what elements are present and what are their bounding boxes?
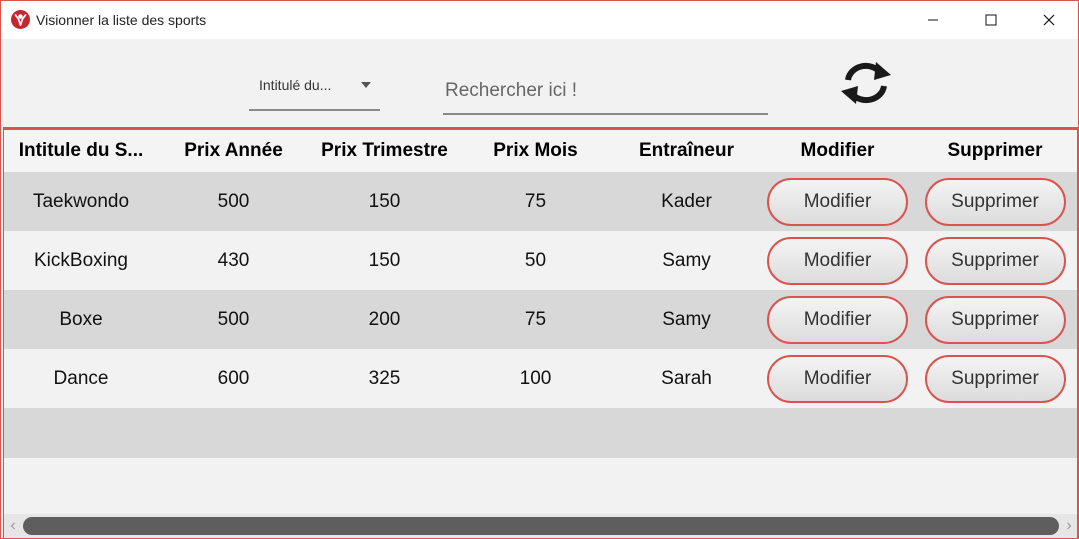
cell-year-price: 500 <box>217 190 250 212</box>
table-row[interactable]: Dance 600 325 100 Sarah Modifier Supprim… <box>4 349 1077 408</box>
delete-button[interactable]: Supprimer <box>924 236 1066 285</box>
empty-table-row <box>4 408 1077 458</box>
cell-quarter-price: 150 <box>368 249 401 271</box>
cell-name: Dance <box>53 367 109 389</box>
filter-select-value: Intitulé du... <box>259 77 332 93</box>
cell-quarter-price: 325 <box>368 367 401 389</box>
title-bar[interactable]: Visionner la liste des sports <box>1 1 1078 39</box>
cell-edit: Modifier <box>762 172 913 231</box>
cell-quarter-price: 200 <box>368 308 401 330</box>
app-logo-icon <box>11 10 30 29</box>
cell-quarter-price: 150 <box>368 190 401 212</box>
refresh-icon <box>841 62 891 104</box>
filter-select[interactable]: Intitulé du... <box>249 69 380 111</box>
cell-coach: Samy <box>662 249 711 271</box>
search-field <box>443 69 768 115</box>
cell-name: KickBoxing <box>34 249 128 271</box>
cell-month-price: 75 <box>524 308 547 330</box>
column-header-name[interactable]: Intitule du S... <box>4 130 158 172</box>
column-header-delete[interactable]: Supprimer <box>913 130 1077 172</box>
edit-button[interactable]: Modifier <box>767 177 908 226</box>
toolbar: Intitulé du... <box>1 39 1078 127</box>
cell-year-price: 500 <box>217 308 250 330</box>
minimize-button[interactable] <box>904 1 962 39</box>
cell-edit: Modifier <box>762 349 913 408</box>
scroll-left-arrow-icon[interactable]: ‹ <box>6 517 20 534</box>
cell-edit: Modifier <box>762 290 913 349</box>
close-icon <box>1043 14 1055 26</box>
close-button[interactable] <box>1020 1 1078 39</box>
cell-name: Boxe <box>59 308 103 330</box>
column-header-quarter-price[interactable]: Prix Trimestre <box>309 130 460 172</box>
horizontal-scrollbar[interactable]: ‹ › <box>4 514 1077 538</box>
edit-button[interactable]: Modifier <box>767 236 908 285</box>
window-title: Visionner la liste des sports <box>36 12 207 28</box>
sports-table: Intitule du S... Prix Année Prix Trimest… <box>3 127 1078 538</box>
search-input[interactable] <box>443 69 768 113</box>
cell-year-price: 430 <box>217 249 250 271</box>
table-header: Intitule du S... Prix Année Prix Trimest… <box>4 130 1077 172</box>
column-header-month-price[interactable]: Prix Mois <box>460 130 611 172</box>
delete-button[interactable]: Supprimer <box>924 354 1066 403</box>
column-header-coach[interactable]: Entraîneur <box>611 130 762 172</box>
app-window: Visionner la liste des sports Intitulé d… <box>0 0 1079 539</box>
cell-month-price: 75 <box>524 190 547 212</box>
scroll-right-arrow-icon[interactable]: › <box>1062 517 1076 534</box>
edit-button[interactable]: Modifier <box>767 354 908 403</box>
cell-edit: Modifier <box>762 231 913 290</box>
cell-year-price: 600 <box>217 367 250 389</box>
cell-delete: Supprimer <box>913 349 1077 408</box>
minimize-icon <box>928 19 938 21</box>
table-row[interactable]: Boxe 500 200 75 Samy Modifier Supprimer <box>4 290 1077 349</box>
cell-delete: Supprimer <box>913 231 1077 290</box>
cell-month-price: 50 <box>524 249 547 271</box>
cell-month-price: 100 <box>519 367 552 389</box>
cell-coach: Samy <box>662 308 711 330</box>
column-header-year-price[interactable]: Prix Année <box>158 130 309 172</box>
cell-coach: Sarah <box>661 367 712 389</box>
edit-button[interactable]: Modifier <box>767 295 908 344</box>
chevron-down-icon <box>361 82 371 88</box>
cell-name: Taekwondo <box>32 190 130 212</box>
refresh-button[interactable] <box>835 57 897 109</box>
delete-button[interactable]: Supprimer <box>924 177 1066 226</box>
delete-button[interactable]: Supprimer <box>924 295 1066 344</box>
scrollbar-thumb[interactable] <box>23 517 1059 535</box>
maximize-icon <box>985 14 997 26</box>
table-row[interactable]: KickBoxing 430 150 50 Samy Modifier Supp… <box>4 231 1077 290</box>
table-row[interactable]: Taekwondo 500 150 75 Kader Modifier Supp… <box>4 172 1077 231</box>
column-header-edit[interactable]: Modifier <box>762 130 913 172</box>
cell-delete: Supprimer <box>913 290 1077 349</box>
cell-coach: Kader <box>661 190 712 212</box>
cell-delete: Supprimer <box>913 172 1077 231</box>
table-body: Taekwondo 500 150 75 Kader Modifier Supp… <box>4 172 1077 408</box>
maximize-button[interactable] <box>962 1 1020 39</box>
